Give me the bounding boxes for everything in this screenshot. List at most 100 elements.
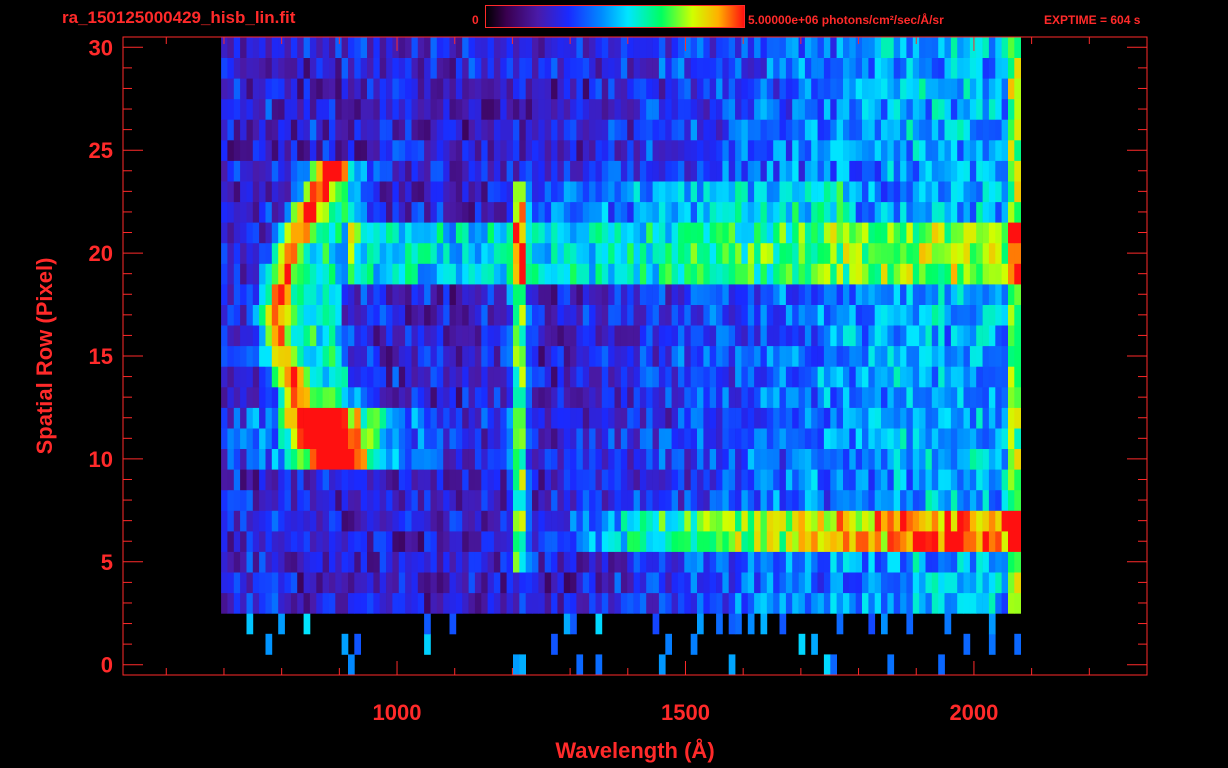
heatmap-cell — [532, 386, 539, 408]
heatmap-cell — [716, 37, 723, 58]
heatmap-cell — [233, 119, 241, 141]
heatmap-cell — [259, 448, 266, 470]
heatmap-cell — [386, 98, 393, 120]
heatmap-cell — [487, 222, 495, 244]
heatmap-cell — [259, 119, 266, 141]
heatmap-cell — [614, 489, 622, 511]
heatmap-cell — [938, 572, 945, 594]
heatmap-cell — [493, 222, 501, 244]
heatmap-cell — [297, 304, 304, 326]
heatmap-cell — [563, 613, 571, 635]
heatmap-cell — [405, 551, 412, 573]
heatmap-cell — [735, 572, 742, 594]
heatmap-cell — [741, 284, 749, 305]
heatmap-cell — [513, 284, 520, 305]
heatmap-cell — [906, 139, 914, 161]
y-axis-label: Spatial Row (Pixel) — [32, 258, 57, 455]
heatmap-cell — [354, 325, 361, 347]
heatmap-cell — [747, 613, 755, 635]
heatmap-cell — [900, 160, 907, 182]
heatmap-cell — [728, 510, 736, 532]
heatmap-cell — [716, 201, 723, 223]
heatmap-cell — [919, 325, 926, 347]
heatmap-cell — [443, 222, 450, 244]
heatmap-cell — [525, 592, 533, 614]
heatmap-cell — [462, 181, 469, 203]
heatmap-cell — [900, 139, 907, 161]
heatmap-cell — [874, 345, 882, 367]
heatmap-cell — [240, 57, 247, 79]
heatmap-cell — [881, 386, 888, 408]
heatmap-cell — [455, 572, 463, 594]
heatmap-cell — [798, 57, 806, 79]
heatmap-cell — [360, 284, 368, 305]
heatmap-cell — [367, 448, 374, 470]
heatmap-cell — [576, 37, 584, 58]
heatmap-cell — [309, 304, 317, 326]
heatmap-cell — [360, 37, 368, 58]
heatmap-cell — [221, 119, 228, 141]
heatmap-cell — [976, 284, 983, 305]
heatmap-cell — [887, 510, 895, 532]
heatmap-cell — [221, 489, 228, 511]
heatmap-cell — [874, 469, 882, 491]
heatmap-cell — [639, 448, 647, 470]
heatmap-cell — [792, 98, 799, 120]
heatmap-cell — [735, 181, 742, 203]
heatmap-cell — [658, 284, 666, 305]
heatmap-cell — [950, 181, 958, 203]
heatmap-cell — [309, 325, 317, 347]
heatmap-cell — [766, 592, 774, 614]
heatmap-cell — [221, 57, 228, 79]
heatmap-cell — [474, 551, 482, 573]
heatmap-cell — [811, 530, 818, 552]
heatmap-cell — [316, 592, 323, 614]
heatmap-cell — [614, 181, 622, 203]
heatmap-cell — [290, 325, 298, 347]
heatmap-cell — [976, 263, 983, 285]
heatmap-cell — [627, 489, 634, 511]
heatmap-cell — [785, 304, 793, 326]
heatmap-cell — [493, 325, 501, 347]
heatmap-cell — [874, 57, 882, 79]
heatmap-cell — [728, 345, 736, 367]
heatmap-cell — [240, 551, 247, 573]
heatmap-cell — [982, 551, 990, 573]
heatmap-cell — [519, 222, 526, 244]
heatmap-cell — [671, 448, 679, 470]
heatmap-cell — [538, 448, 546, 470]
heatmap-cell — [665, 469, 672, 491]
heatmap-cell — [798, 119, 806, 141]
heatmap-cell — [284, 386, 292, 408]
heatmap-cell — [563, 263, 571, 285]
heatmap-cell — [862, 469, 869, 491]
heatmap-cell — [252, 469, 260, 491]
heatmap-cell — [925, 98, 933, 120]
heatmap-cell — [773, 407, 780, 429]
heatmap-cell — [823, 572, 831, 594]
heatmap-cell — [284, 222, 292, 244]
heatmap-cell — [639, 386, 647, 408]
heatmap-cell — [709, 242, 717, 264]
heatmap-cell — [887, 551, 895, 573]
heatmap-cell — [982, 304, 990, 326]
heatmap-cell — [367, 78, 374, 100]
heatmap-cell — [532, 37, 539, 58]
heatmap-cell — [1001, 325, 1009, 347]
heatmap-cell — [709, 263, 717, 285]
heatmap-cell — [487, 139, 495, 161]
heatmap-cell — [690, 428, 698, 449]
heatmap-cell — [855, 428, 863, 449]
heatmap-cell — [836, 489, 844, 511]
heatmap-cell — [455, 242, 463, 264]
heatmap-cell — [1001, 98, 1009, 120]
heatmap-cell — [900, 592, 907, 614]
heatmap-cell — [436, 489, 444, 511]
heatmap-cell — [976, 160, 983, 182]
heatmap-cell — [843, 572, 850, 594]
heatmap-cell — [417, 119, 425, 141]
heatmap-cell — [830, 181, 837, 203]
heatmap-cell — [424, 592, 431, 614]
heatmap-cell — [925, 119, 933, 141]
heatmap-cell — [887, 428, 895, 449]
